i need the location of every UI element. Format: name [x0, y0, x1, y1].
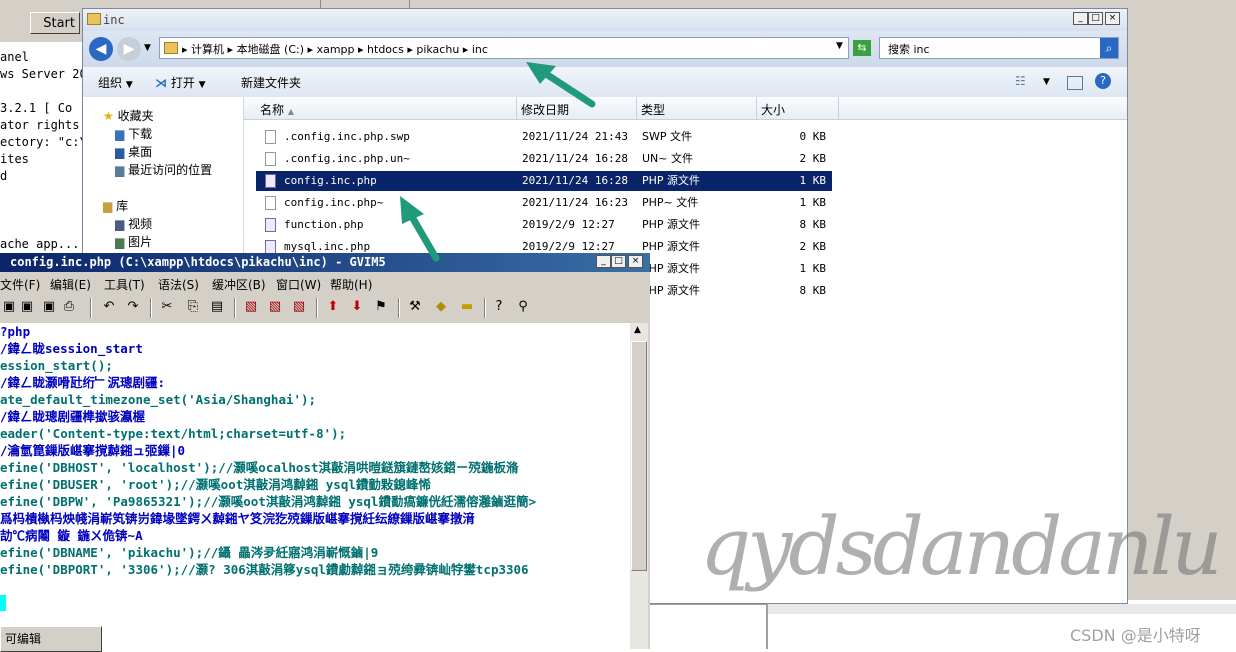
csdn-credit: CSDN @是小特呀 [1070, 626, 1201, 645]
arrow-up-left-icon [400, 196, 440, 262]
handwritten-watermark: qydsdandanlu [700, 500, 1223, 593]
arrow-up-left-icon [526, 62, 596, 108]
